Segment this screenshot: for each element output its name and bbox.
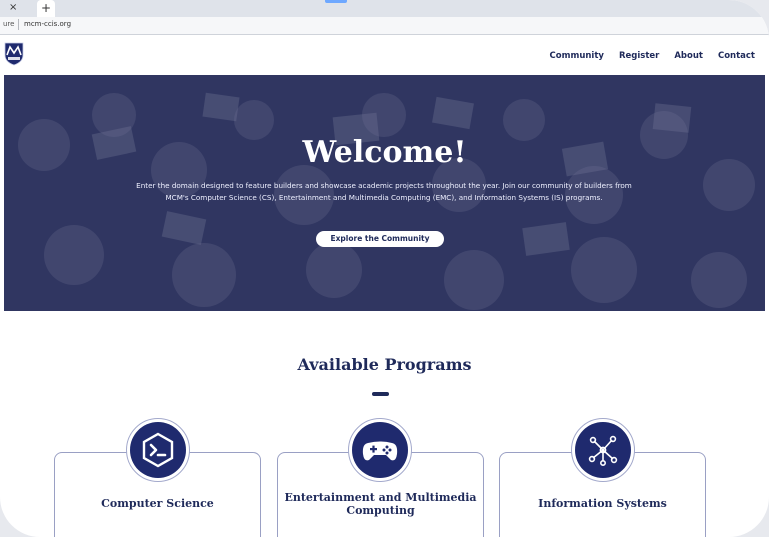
explore-community-button[interactable]: Explore the Community: [316, 231, 444, 247]
hero-title: Welcome!: [302, 135, 467, 170]
security-label[interactable]: ure: [3, 20, 14, 28]
program-card-title: Computer Science: [101, 497, 214, 510]
program-card-title: Information Systems: [538, 497, 667, 510]
hero-banner: Welcome! Enter the domain designed to fe…: [4, 75, 765, 311]
main-nav: Community Register About Contact: [550, 51, 755, 61]
address-separator: [18, 19, 19, 30]
close-tab-icon[interactable]: ×: [9, 2, 17, 13]
network-nodes-icon: [588, 435, 618, 466]
tab-indicator: [325, 0, 347, 3]
address-bar[interactable]: ure mcm-ccis.org: [0, 17, 769, 35]
program-icon-badge: [348, 418, 412, 482]
url-text[interactable]: mcm-ccis.org: [24, 20, 71, 28]
hero-description: Enter the domain designed to feature bui…: [136, 181, 632, 202]
tab-bar: × +: [0, 0, 769, 17]
title-underline: [372, 392, 389, 396]
gamepad-icon: [362, 441, 398, 461]
program-icon-badge: [126, 418, 190, 482]
program-icon-badge: [571, 418, 635, 482]
program-card-title: Entertainment and Multimedia Computing: [284, 491, 477, 517]
site-header: Community Register About Contact: [0, 35, 769, 75]
nav-register-link[interactable]: Register: [619, 51, 659, 61]
nav-community-link[interactable]: Community: [550, 51, 604, 61]
mcm-shield-logo-icon[interactable]: [4, 42, 24, 66]
new-tab-button[interactable]: +: [37, 0, 55, 17]
nav-about-link[interactable]: About: [674, 51, 703, 61]
terminal-hexagon-icon: [142, 432, 174, 468]
browser-window: × + ure mcm-ccis.org Community Register …: [0, 0, 769, 537]
programs-section-title: Available Programs: [297, 355, 472, 374]
nav-contact-link[interactable]: Contact: [718, 51, 755, 61]
